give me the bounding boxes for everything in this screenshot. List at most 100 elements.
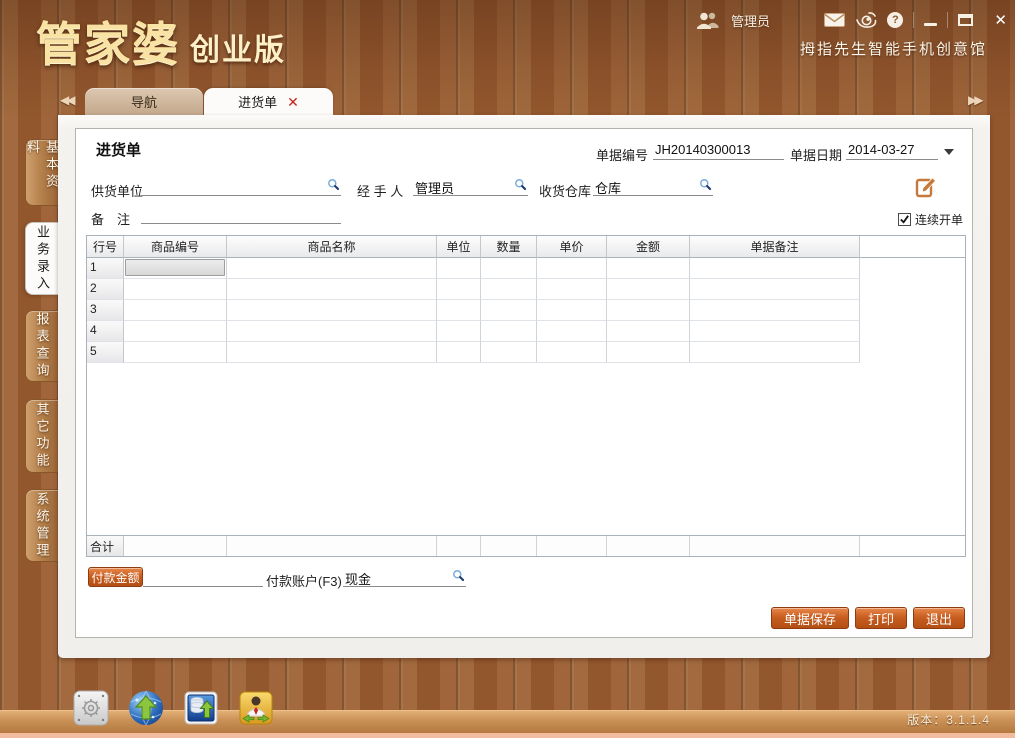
cell-remark[interactable] bbox=[690, 342, 860, 363]
warehouse-label: 收货仓库 bbox=[539, 181, 591, 200]
doc-date-field[interactable]: 2014-03-27 bbox=[846, 141, 938, 160]
cell-unit[interactable] bbox=[437, 258, 481, 279]
cell-quantity[interactable] bbox=[481, 258, 537, 279]
table-row[interactable]: 2 bbox=[87, 279, 965, 300]
lookup-icon[interactable] bbox=[452, 569, 465, 585]
cell-product-name[interactable] bbox=[227, 300, 437, 321]
cell-remark[interactable] bbox=[690, 300, 860, 321]
save-document-button[interactable]: 单据保存 bbox=[771, 607, 849, 629]
settings-icon[interactable] bbox=[72, 688, 110, 728]
table-row[interactable]: 3 bbox=[87, 300, 965, 321]
cell-product-name[interactable] bbox=[227, 321, 437, 342]
cell-product-code[interactable] bbox=[124, 321, 227, 342]
cell-amount[interactable] bbox=[607, 300, 690, 321]
edit-icon[interactable] bbox=[914, 175, 938, 204]
cell-product-code[interactable] bbox=[124, 279, 227, 300]
active-cell[interactable] bbox=[125, 259, 225, 276]
lookup-icon[interactable] bbox=[514, 178, 527, 194]
exit-button[interactable]: 退出 bbox=[913, 607, 965, 629]
logo-main-text: 管家婆 bbox=[36, 18, 180, 70]
column-header[interactable]: 金额 bbox=[607, 236, 690, 258]
table-row[interactable]: 1 bbox=[87, 258, 965, 279]
mail-icon[interactable] bbox=[824, 13, 845, 27]
sidebar-item-other-functions[interactable]: 其它功能 bbox=[25, 399, 58, 473]
cell-unit[interactable] bbox=[437, 279, 481, 300]
cell-amount[interactable] bbox=[607, 321, 690, 342]
switch-user-icon[interactable] bbox=[237, 688, 275, 728]
payment-amount-button[interactable]: 付款金额 bbox=[88, 567, 143, 587]
main-panel: 进货单 单据编号 JH20140300013 单据日期 2014-03-27 供… bbox=[58, 115, 990, 658]
warehouse-field[interactable]: 仓库 bbox=[593, 177, 713, 196]
row-number: 1 bbox=[87, 258, 124, 279]
sidebar-item-label: 报表查询 bbox=[33, 312, 52, 380]
column-header[interactable]: 数量 bbox=[481, 236, 537, 258]
weibo-icon[interactable] bbox=[855, 11, 877, 29]
continuous-billing-label: 连续开单 bbox=[915, 211, 963, 228]
sidebar-item-basic-data[interactable]: 基本资料 bbox=[25, 139, 58, 206]
table-header-row: 行号 商品编号 商品名称 单位 数量 单价 金额 单据备注 bbox=[87, 236, 965, 258]
column-header[interactable]: 商品编号 bbox=[124, 236, 227, 258]
tab-navigation[interactable]: 导航 bbox=[85, 88, 203, 115]
column-header[interactable]: 商品名称 bbox=[227, 236, 437, 258]
cell-quantity[interactable] bbox=[481, 321, 537, 342]
handler-field[interactable]: 管理员 bbox=[413, 177, 528, 196]
lookup-icon[interactable] bbox=[327, 178, 340, 194]
cell-product-name[interactable] bbox=[227, 342, 437, 363]
cell-product-code[interactable] bbox=[124, 258, 227, 279]
doc-no-field[interactable]: JH20140300013 bbox=[653, 141, 784, 160]
column-header[interactable]: 单价 bbox=[537, 236, 607, 258]
tab-purchase-order[interactable]: 进货单 ✕ bbox=[204, 88, 333, 115]
column-header[interactable]: 单据备注 bbox=[690, 236, 860, 258]
cell-amount[interactable] bbox=[607, 279, 690, 300]
tab-scroll-right-icon[interactable]: ▶▶ bbox=[968, 93, 980, 107]
cell-remark[interactable] bbox=[690, 321, 860, 342]
cell-amount[interactable] bbox=[607, 342, 690, 363]
help-icon[interactable]: ? bbox=[887, 12, 903, 28]
sidebar-item-business-entry[interactable]: 业务录入 bbox=[25, 222, 59, 295]
cell-product-name[interactable] bbox=[227, 258, 437, 279]
checkbox-checked-icon[interactable] bbox=[898, 213, 911, 226]
cell-unit[interactable] bbox=[437, 321, 481, 342]
cell-quantity[interactable] bbox=[481, 300, 537, 321]
maximize-button[interactable] bbox=[958, 14, 973, 26]
purchase-order-form: 进货单 单据编号 JH20140300013 单据日期 2014-03-27 供… bbox=[75, 128, 973, 638]
cell-unit-price[interactable] bbox=[537, 300, 607, 321]
cell-remark[interactable] bbox=[690, 258, 860, 279]
continuous-billing-checkbox[interactable]: 连续开单 bbox=[898, 211, 963, 228]
column-header[interactable]: 单位 bbox=[437, 236, 481, 258]
total-cell bbox=[124, 536, 227, 556]
column-header[interactable]: 行号 bbox=[87, 236, 124, 258]
cell-amount[interactable] bbox=[607, 258, 690, 279]
date-dropdown-icon[interactable] bbox=[944, 149, 954, 155]
cell-unit-price[interactable] bbox=[537, 279, 607, 300]
cell-unit[interactable] bbox=[437, 342, 481, 363]
cell-remark[interactable] bbox=[690, 279, 860, 300]
remark-field[interactable] bbox=[141, 205, 341, 224]
supplier-field[interactable] bbox=[141, 177, 341, 196]
sidebar-item-report-query[interactable]: 报表查询 bbox=[25, 310, 58, 382]
cell-unit[interactable] bbox=[437, 300, 481, 321]
tab-scroll-left-icon[interactable]: ◀◀ bbox=[60, 93, 72, 107]
cell-quantity[interactable] bbox=[481, 279, 537, 300]
cell-quantity[interactable] bbox=[481, 342, 537, 363]
total-cell bbox=[537, 536, 607, 556]
sidebar-item-system-management[interactable]: 系统管理 bbox=[25, 489, 58, 562]
table-row[interactable]: 4 bbox=[87, 321, 965, 342]
payment-amount-field[interactable] bbox=[143, 568, 263, 587]
close-button[interactable]: ✕ bbox=[994, 13, 1007, 28]
network-upgrade-icon[interactable] bbox=[127, 688, 165, 728]
cell-unit-price[interactable] bbox=[537, 321, 607, 342]
data-backup-icon[interactable] bbox=[182, 688, 220, 728]
lookup-icon[interactable] bbox=[699, 178, 712, 194]
tab-close-icon[interactable]: ✕ bbox=[287, 95, 299, 109]
table-row[interactable]: 5 bbox=[87, 342, 965, 363]
cell-unit-price[interactable] bbox=[537, 258, 607, 279]
payment-account-field[interactable]: 现金 bbox=[343, 568, 466, 587]
form-title: 进货单 bbox=[96, 139, 141, 160]
cell-unit-price[interactable] bbox=[537, 342, 607, 363]
print-button[interactable]: 打印 bbox=[855, 607, 907, 629]
cell-product-name[interactable] bbox=[227, 279, 437, 300]
cell-product-code[interactable] bbox=[124, 342, 227, 363]
cell-product-code[interactable] bbox=[124, 300, 227, 321]
minimize-button[interactable] bbox=[924, 15, 937, 26]
